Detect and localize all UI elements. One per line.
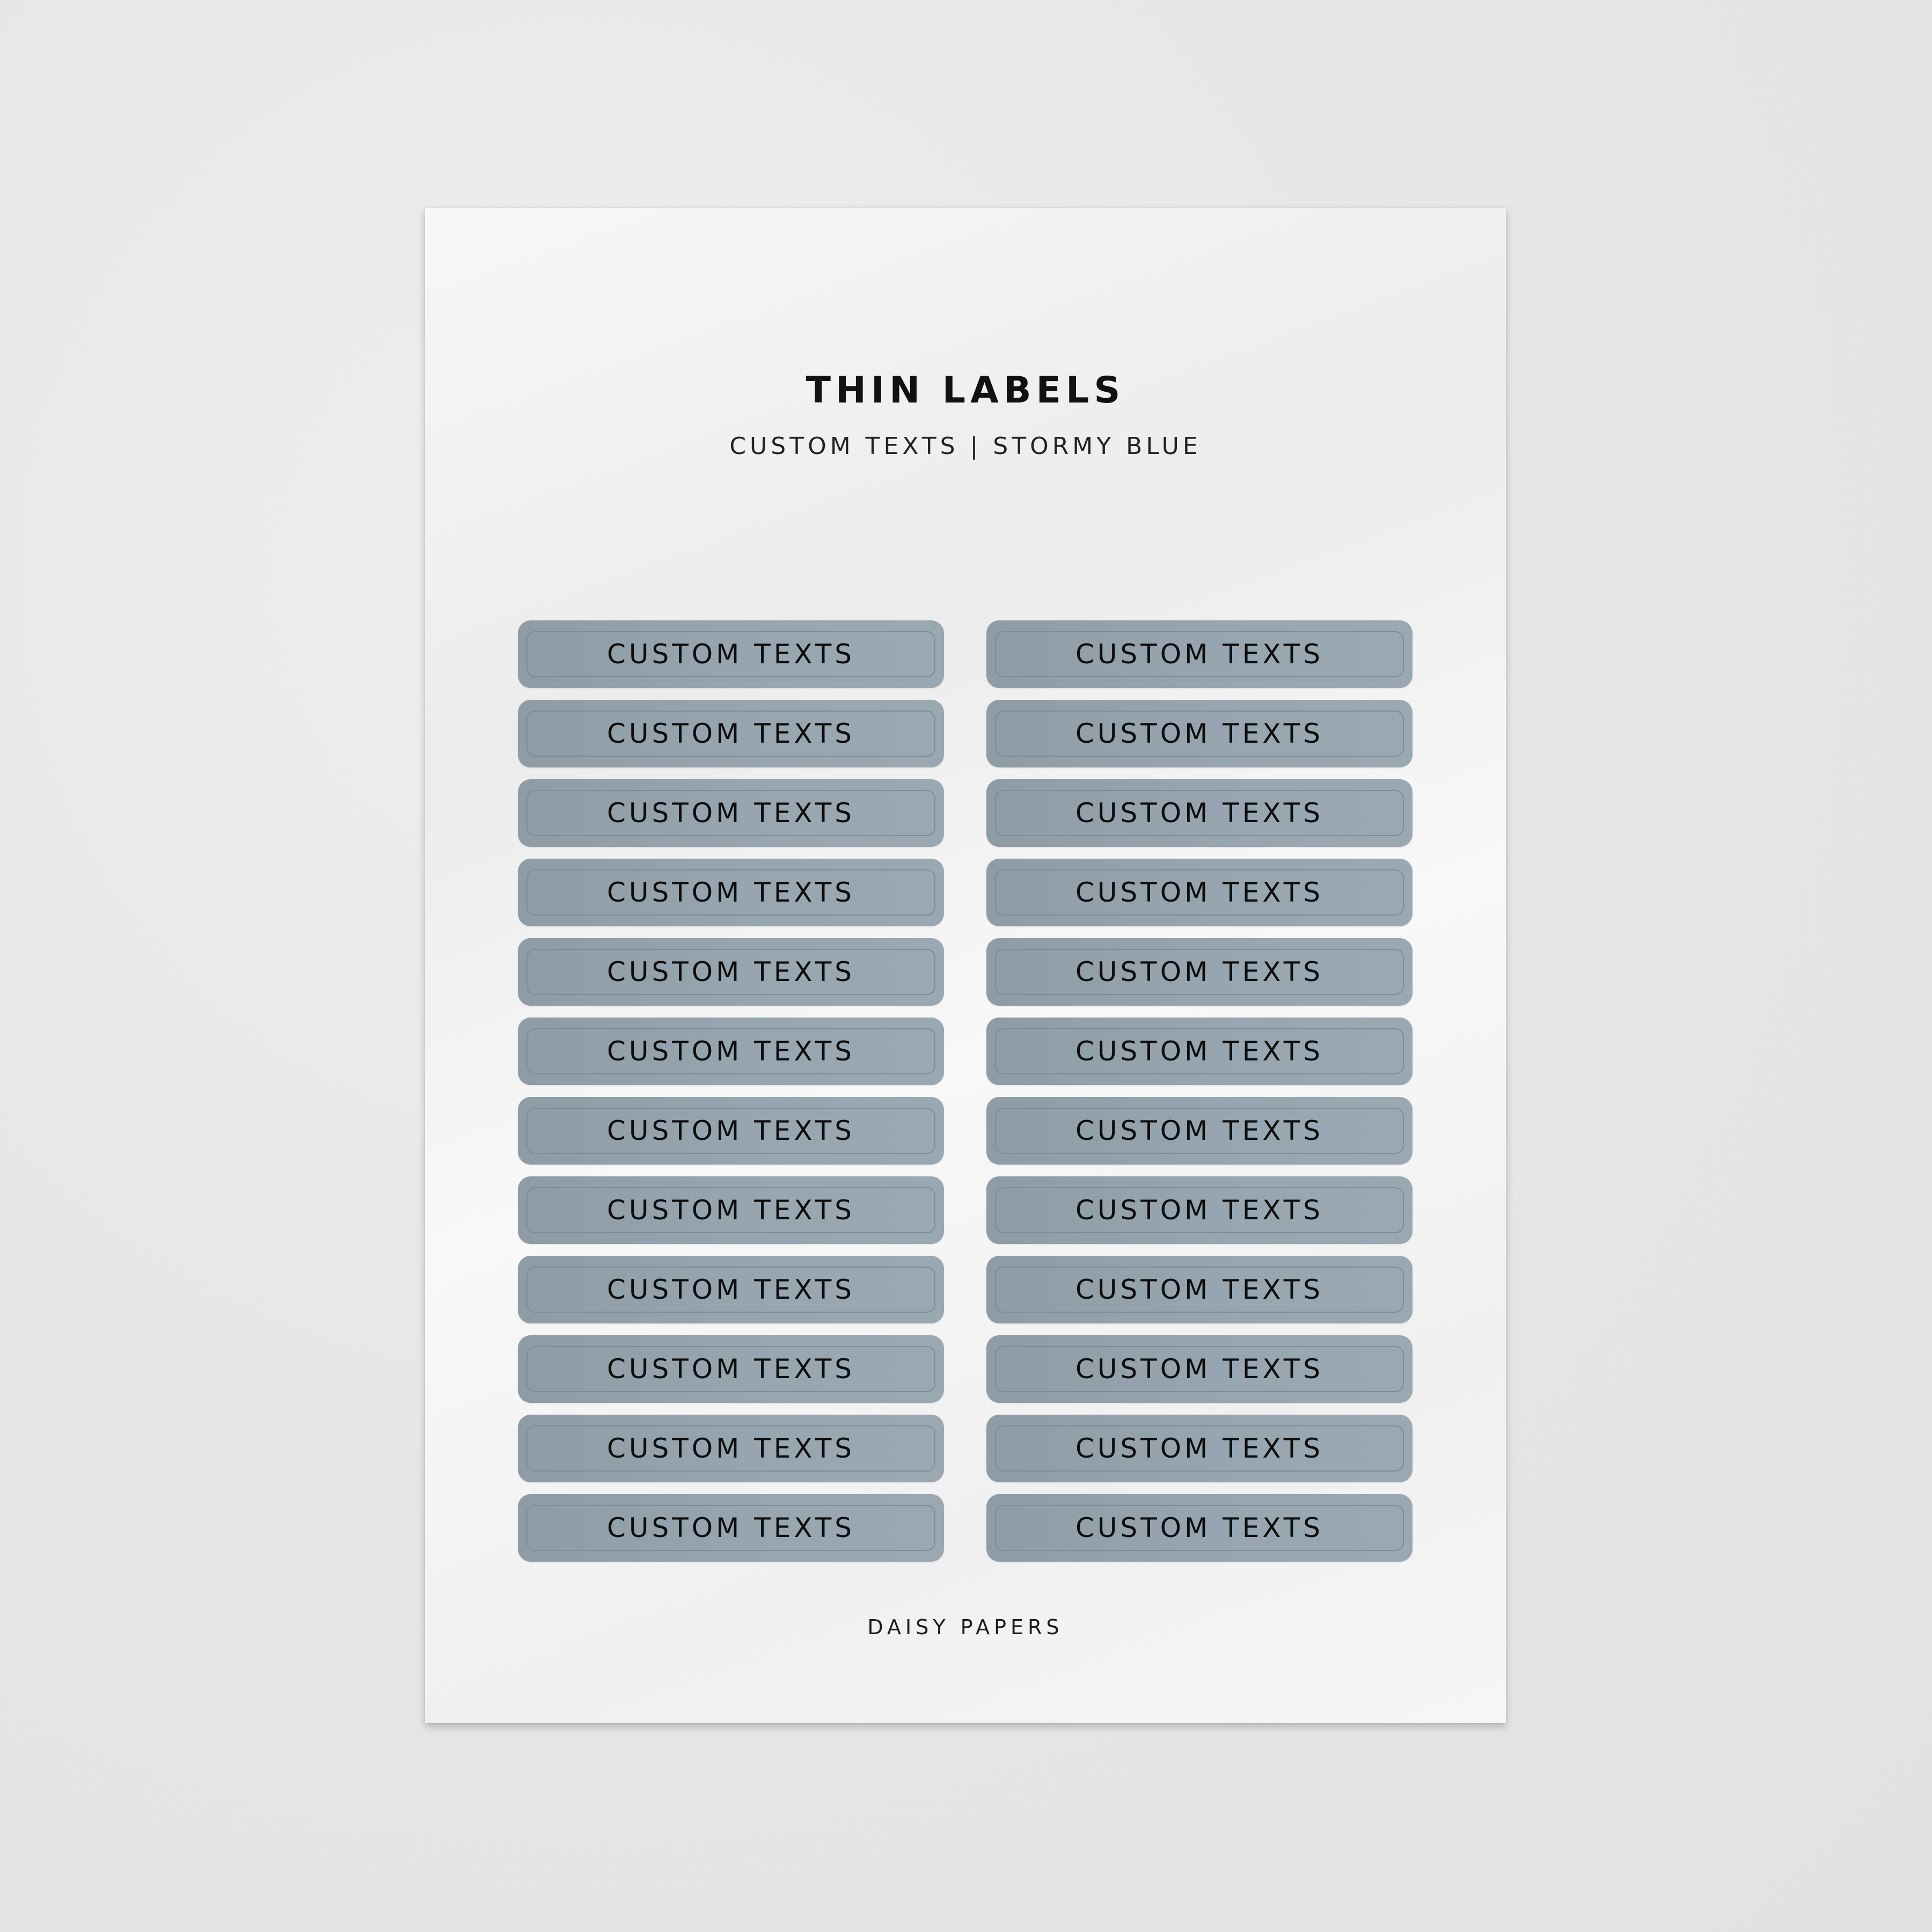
label-text: CUSTOM TEXTS xyxy=(1075,1353,1323,1385)
label-text: CUSTOM TEXTS xyxy=(1075,797,1323,829)
label-text: CUSTOM TEXTS xyxy=(1075,956,1323,987)
label-text: CUSTOM TEXTS xyxy=(607,1195,855,1226)
sheet-title: THIN LABELS xyxy=(806,369,1125,412)
label-inner-border: CUSTOM TEXTS xyxy=(526,1425,935,1472)
label-sticker: CUSTOM TEXTS xyxy=(518,1415,944,1482)
label-sticker: CUSTOM TEXTS xyxy=(518,1494,944,1562)
label-inner-border: CUSTOM TEXTS xyxy=(995,790,1404,836)
label-inner-border: CUSTOM TEXTS xyxy=(995,1267,1404,1313)
label-text: CUSTOM TEXTS xyxy=(1075,1512,1323,1543)
label-inner-border: CUSTOM TEXTS xyxy=(526,869,935,916)
label-sticker: CUSTOM TEXTS xyxy=(986,1176,1413,1244)
label-sticker: CUSTOM TEXTS xyxy=(518,1335,944,1403)
label-sticker: CUSTOM TEXTS xyxy=(518,700,944,767)
label-sticker: CUSTOM TEXTS xyxy=(986,700,1413,767)
label-sticker: CUSTOM TEXTS xyxy=(986,859,1413,926)
label-inner-border: CUSTOM TEXTS xyxy=(526,1346,935,1392)
label-inner-border: CUSTOM TEXTS xyxy=(526,1108,935,1154)
label-inner-border: CUSTOM TEXTS xyxy=(526,1187,935,1233)
label-sticker: CUSTOM TEXTS xyxy=(518,1097,944,1165)
label-text: CUSTOM TEXTS xyxy=(607,1036,855,1067)
label-sticker: CUSTOM TEXTS xyxy=(986,938,1413,1006)
label-inner-border: CUSTOM TEXTS xyxy=(526,631,935,677)
label-inner-border: CUSTOM TEXTS xyxy=(526,1028,935,1074)
label-text: CUSTOM TEXTS xyxy=(1075,639,1323,670)
label-inner-border: CUSTOM TEXTS xyxy=(995,1346,1404,1392)
label-sticker: CUSTOM TEXTS xyxy=(986,1097,1413,1165)
sticker-sheet: THIN LABELS CUSTOM TEXTS | STORMY BLUE C… xyxy=(425,208,1506,1723)
label-inner-border: CUSTOM TEXTS xyxy=(995,1425,1404,1472)
label-inner-border: CUSTOM TEXTS xyxy=(526,711,935,757)
label-sticker: CUSTOM TEXTS xyxy=(986,1415,1413,1482)
label-text: CUSTOM TEXTS xyxy=(1075,1274,1323,1305)
label-text: CUSTOM TEXTS xyxy=(1075,1195,1323,1226)
label-sticker: CUSTOM TEXTS xyxy=(986,779,1413,847)
label-inner-border: CUSTOM TEXTS xyxy=(526,1505,935,1551)
label-sticker: CUSTOM TEXTS xyxy=(986,1018,1413,1085)
label-text: CUSTOM TEXTS xyxy=(607,1512,855,1543)
sheet-subtitle: CUSTOM TEXTS | STORMY BLUE xyxy=(729,433,1202,460)
label-text: CUSTOM TEXTS xyxy=(607,639,855,670)
label-text: CUSTOM TEXTS xyxy=(1075,1036,1323,1067)
label-inner-border: CUSTOM TEXTS xyxy=(995,1187,1404,1233)
label-inner-border: CUSTOM TEXTS xyxy=(995,949,1404,995)
label-inner-border: CUSTOM TEXTS xyxy=(526,1267,935,1313)
label-sticker: CUSTOM TEXTS xyxy=(986,1494,1413,1562)
label-sticker: CUSTOM TEXTS xyxy=(518,938,944,1006)
label-inner-border: CUSTOM TEXTS xyxy=(995,1028,1404,1074)
label-inner-border: CUSTOM TEXTS xyxy=(995,869,1404,916)
label-text: CUSTOM TEXTS xyxy=(607,1274,855,1305)
label-sticker: CUSTOM TEXTS xyxy=(986,620,1413,688)
label-inner-border: CUSTOM TEXTS xyxy=(995,711,1404,757)
label-sticker: CUSTOM TEXTS xyxy=(518,620,944,688)
brand-name: DAISY PAPERS xyxy=(867,1615,1064,1639)
label-text: CUSTOM TEXTS xyxy=(607,718,855,749)
label-inner-border: CUSTOM TEXTS xyxy=(995,1108,1404,1154)
label-text: CUSTOM TEXTS xyxy=(607,877,855,908)
label-sticker: CUSTOM TEXTS xyxy=(518,1176,944,1244)
label-text: CUSTOM TEXTS xyxy=(607,797,855,829)
label-inner-border: CUSTOM TEXTS xyxy=(526,949,935,995)
label-text: CUSTOM TEXTS xyxy=(1075,1433,1323,1464)
label-inner-border: CUSTOM TEXTS xyxy=(995,631,1404,677)
label-text: CUSTOM TEXTS xyxy=(607,956,855,987)
label-inner-border: CUSTOM TEXTS xyxy=(526,790,935,836)
label-text: CUSTOM TEXTS xyxy=(607,1433,855,1464)
label-sticker: CUSTOM TEXTS xyxy=(518,1256,944,1323)
label-sticker: CUSTOM TEXTS xyxy=(518,779,944,847)
label-text: CUSTOM TEXTS xyxy=(1075,877,1323,908)
label-text: CUSTOM TEXTS xyxy=(1075,1115,1323,1146)
label-sticker: CUSTOM TEXTS xyxy=(986,1335,1413,1403)
label-text: CUSTOM TEXTS xyxy=(1075,718,1323,749)
label-sticker: CUSTOM TEXTS xyxy=(518,859,944,926)
label-inner-border: CUSTOM TEXTS xyxy=(995,1505,1404,1551)
label-text: CUSTOM TEXTS xyxy=(607,1353,855,1385)
label-sticker: CUSTOM TEXTS xyxy=(986,1256,1413,1323)
label-text: CUSTOM TEXTS xyxy=(607,1115,855,1146)
label-sticker: CUSTOM TEXTS xyxy=(518,1018,944,1085)
